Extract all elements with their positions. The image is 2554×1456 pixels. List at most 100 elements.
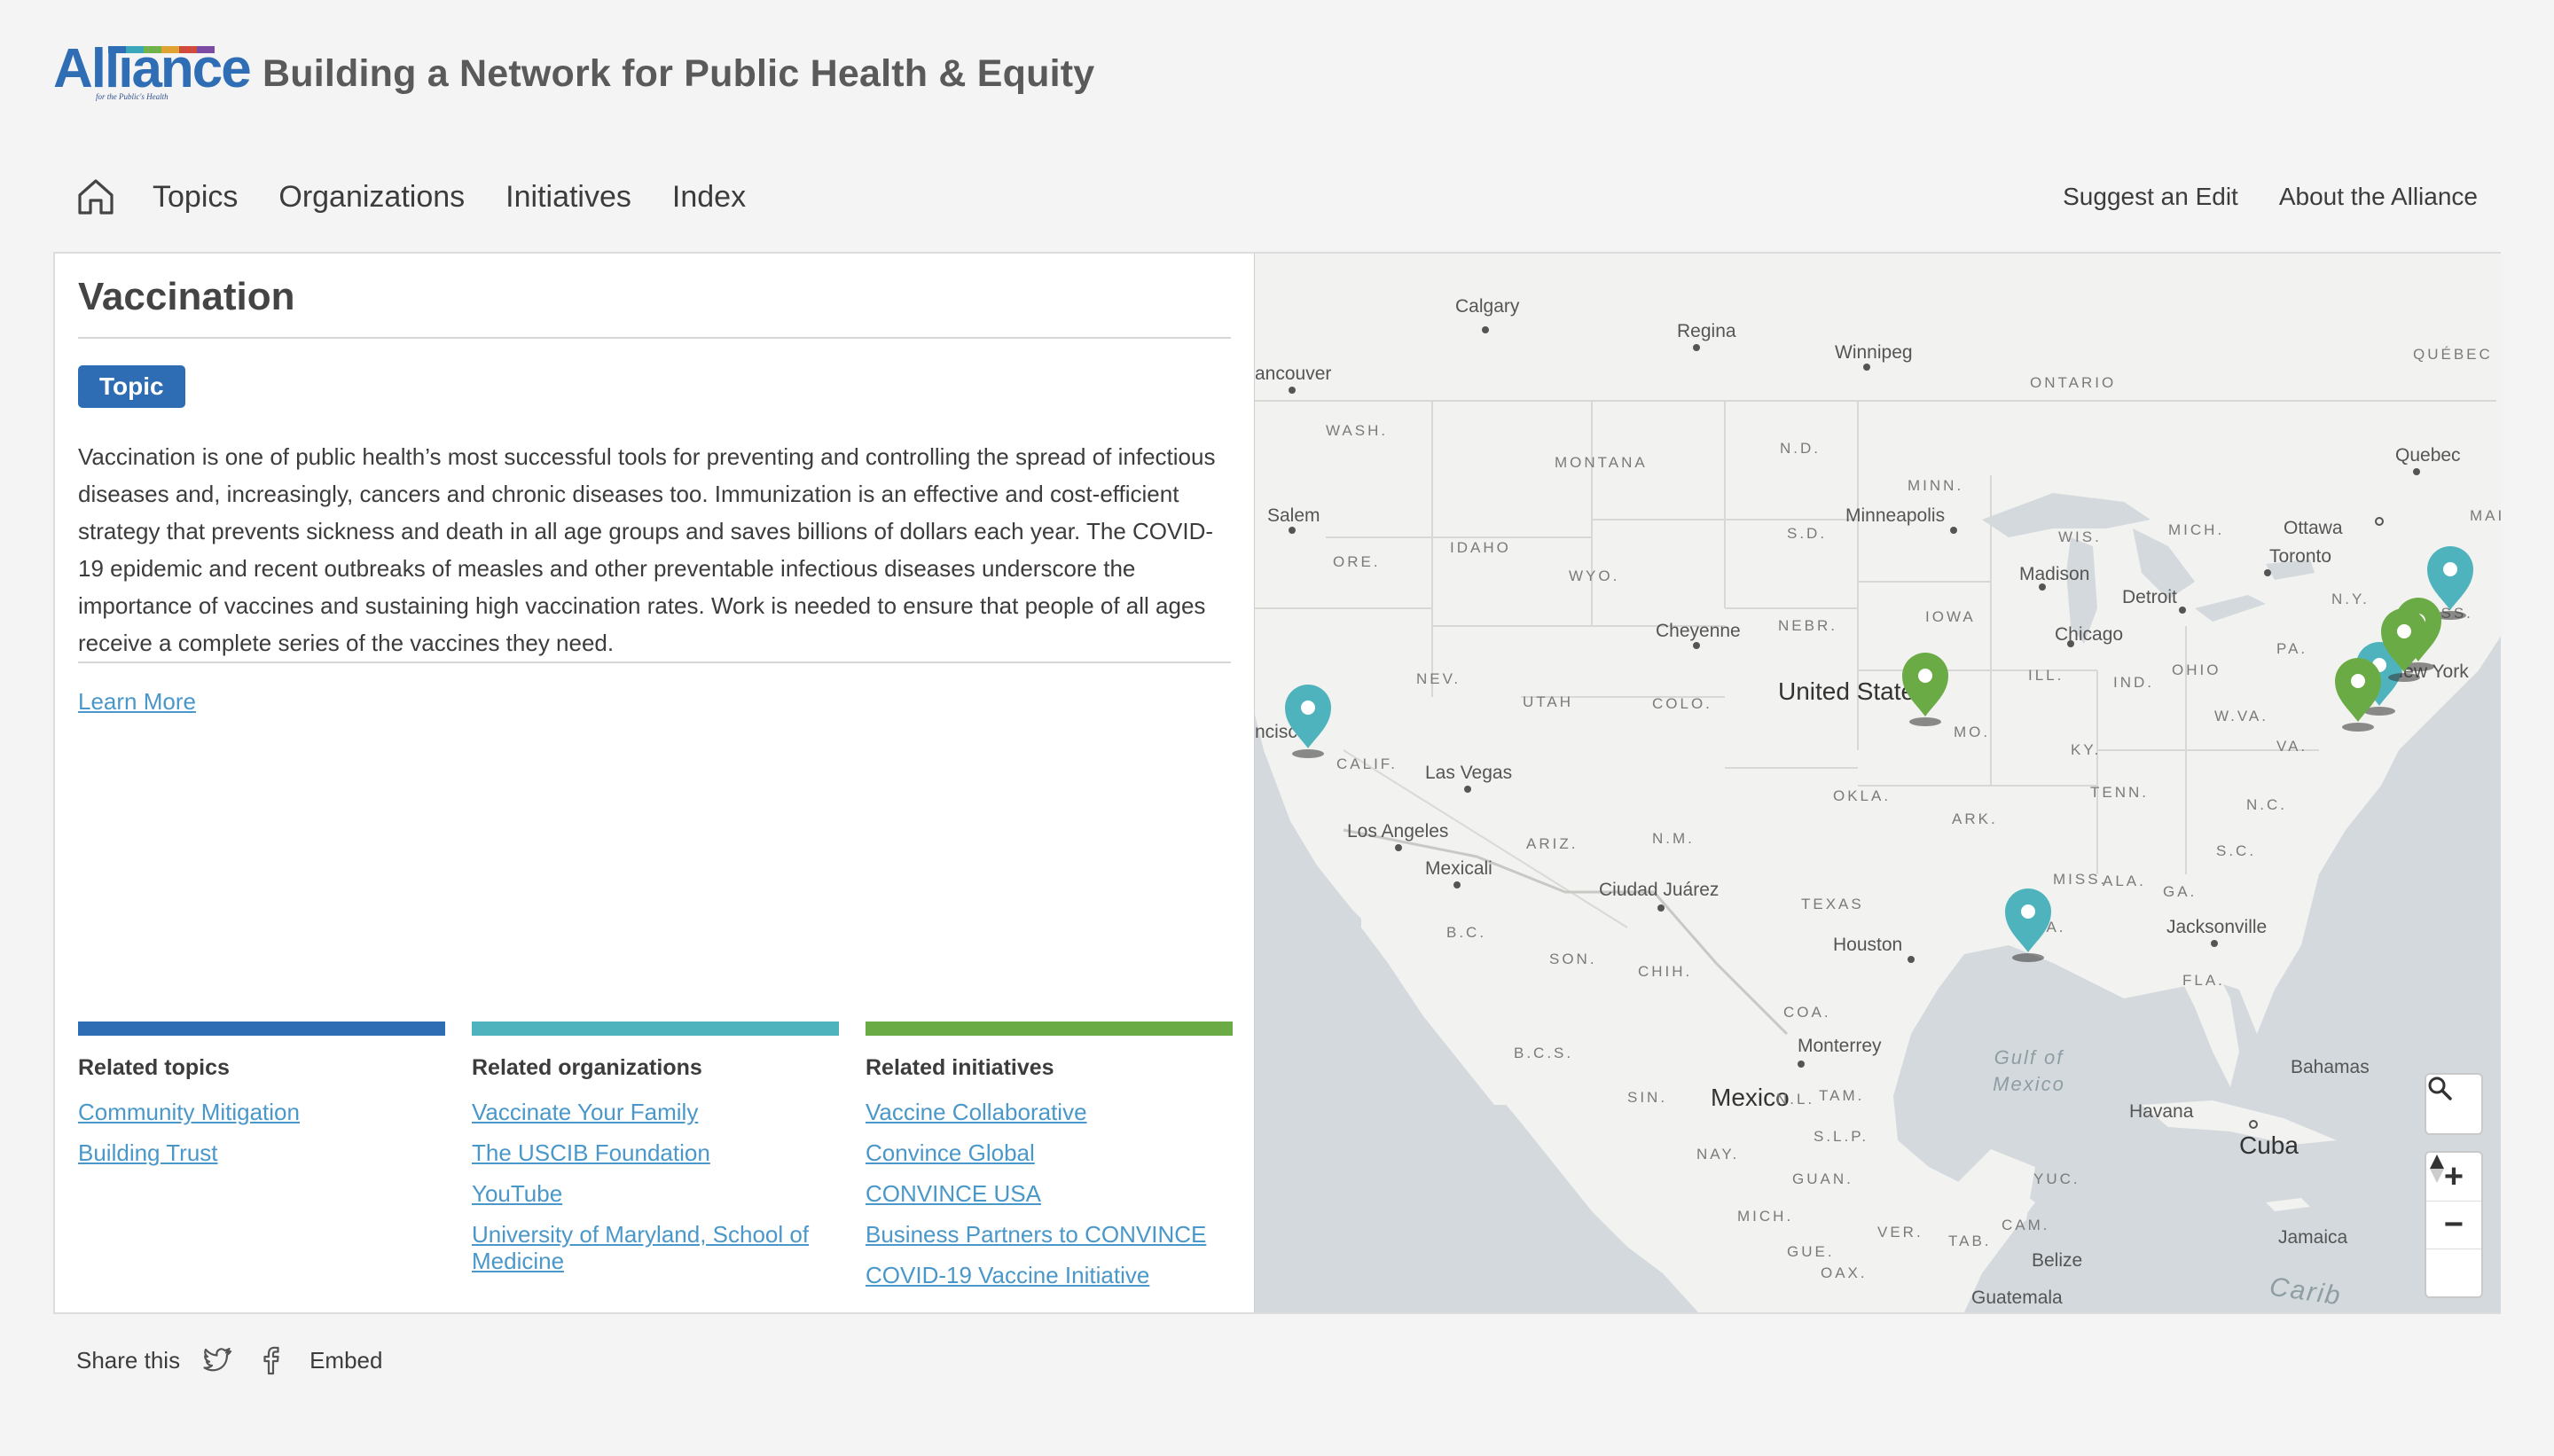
map-zoom-controls: + − [2425, 1151, 2483, 1298]
map-city-label: Jacksonville [2166, 917, 2268, 937]
nav-topics[interactable]: Topics [153, 180, 238, 215]
map-region-label: CHIH. [1638, 963, 1693, 980]
related-initiative-link[interactable]: Convince Global [866, 1139, 1035, 1166]
related-topic-link[interactable]: Building Trust [78, 1139, 218, 1166]
map-region-label: TEXAS [1801, 896, 1864, 912]
map-region-label: SON. [1549, 951, 1597, 967]
map-region-label: SIN. [1627, 1089, 1668, 1106]
page-title: Vaccination [78, 275, 295, 318]
map-city-label: ncisc [1255, 722, 1297, 742]
map-search-button[interactable] [2425, 1073, 2483, 1135]
map-region-label: OAX. [1821, 1264, 1868, 1281]
map-city-label: Las Vegas [1425, 763, 1513, 783]
map-region-label: N.D. [1780, 440, 1821, 457]
description-divider [78, 661, 1231, 663]
related-topics-bar [78, 1022, 445, 1036]
alliance-logo[interactable]: Alliance for the Public's Health [53, 42, 252, 105]
related-initiatives-list: Vaccine Collaborative Convince Global CO… [866, 1099, 1233, 1288]
nav-index[interactable]: Index [672, 180, 746, 215]
map-region-label: MASS. [2413, 605, 2473, 622]
related-organization-link[interactable]: YouTube [472, 1180, 562, 1207]
related-organizations-bar [472, 1022, 839, 1036]
related-organization-link[interactable]: Vaccinate Your Family [472, 1099, 698, 1125]
map-region-label: NEBR. [1778, 617, 1837, 634]
related-topic-link[interactable]: Community Mitigation [78, 1099, 300, 1125]
list-item: COVID-19 Vaccine Initiative [866, 1262, 1233, 1288]
list-item: The USCIB Foundation [472, 1139, 839, 1166]
share-bar: Share this Embed [76, 1342, 382, 1378]
related-initiative-link[interactable]: Vaccine Collaborative [866, 1099, 1087, 1125]
site-title[interactable]: Building a Network for Public Health & E… [262, 52, 1094, 96]
topic-badge: Topic [78, 365, 185, 408]
topic-details-panel: Vaccination Topic Vaccination is one of … [55, 254, 1254, 1312]
embed-link[interactable]: Embed [309, 1347, 382, 1374]
topic-card: Vaccination Topic Vaccination is one of … [53, 252, 2501, 1314]
map-region-label: WYO. [1569, 568, 1620, 584]
map-region-label: TAM. [1819, 1087, 1865, 1104]
map-region-label: ORE. [1333, 553, 1381, 570]
map-city-label: Houston [1833, 935, 1903, 955]
map-city-label: Salem [1267, 505, 1320, 526]
map-region-label: VA. [2276, 738, 2308, 755]
map-region-label: ONTARIO [2030, 374, 2117, 391]
map-region-label: N.M. [1652, 830, 1695, 847]
related-organizations-heading: Related organizations [472, 1055, 702, 1080]
related-topics-heading: Related topics [78, 1055, 230, 1080]
map-region-label: N.C. [2246, 796, 2287, 813]
related-organization-link[interactable]: University of Maryland, School of Medici… [472, 1221, 809, 1274]
reset-bearing-button[interactable] [2426, 1155, 2481, 1296]
home-icon[interactable] [74, 176, 117, 218]
logo-subtitle: for the Public's Health [96, 92, 168, 101]
map-region-label: WIS. [2058, 528, 2102, 545]
organization-map[interactable]: Calgary Regina Winnipeg ancouver Salem M… [1254, 254, 2501, 1312]
nav-initiatives[interactable]: Initiatives [505, 180, 631, 215]
map-region-label: B.C.S. [1514, 1045, 1574, 1061]
map-region-label: QUÉBEC [2413, 346, 2493, 363]
search-icon [2428, 1076, 2452, 1100]
map-city-label: Quebec [2395, 445, 2461, 466]
map-region-label: MICH. [1737, 1208, 1794, 1225]
map-region-label: COA. [1783, 1004, 1831, 1021]
map-region-label: NAY. [1696, 1146, 1740, 1162]
related-initiative-link[interactable]: Business Partners to CONVINCE [866, 1221, 1206, 1248]
zoom-out-button[interactable]: − [2426, 1201, 2481, 1249]
map-city-label: Mexicali [1425, 858, 1492, 879]
twitter-icon[interactable] [203, 1345, 233, 1375]
map-region-label: NEV. [1416, 670, 1461, 687]
map-city-label: Belize [2032, 1250, 2083, 1271]
nav-organizations[interactable]: Organizations [278, 180, 465, 215]
map-city-label: Calgary [1455, 296, 1520, 317]
related-initiative-link[interactable]: COVID-19 Vaccine Initiative [866, 1262, 1149, 1288]
map-region-label: IOWA [1925, 608, 1976, 625]
related-initiatives-section: Related initiatives Vaccine Collaborativ… [866, 1022, 1233, 1303]
map-city-label: Los Angeles [1347, 821, 1449, 842]
related-initiative-link[interactable]: CONVINCE USA [866, 1180, 1041, 1207]
map-region-label: GUE. [1787, 1243, 1835, 1260]
list-item: Building Trust [78, 1139, 445, 1166]
facebook-icon[interactable] [256, 1345, 286, 1375]
related-organizations-section: Related organizations Vaccinate Your Fam… [472, 1022, 839, 1288]
map-region-label: OKLA. [1833, 787, 1892, 804]
list-item: Vaccine Collaborative [866, 1099, 1233, 1125]
list-item: Vaccinate Your Family [472, 1099, 839, 1125]
map-region-label: PA. [2276, 640, 2308, 657]
map-region-label: CAM. [2002, 1217, 2050, 1233]
map-region-label: GA. [2163, 883, 2198, 900]
learn-more-link[interactable]: Learn More [78, 688, 196, 716]
suggest-edit-link[interactable]: Suggest an Edit [2063, 183, 2238, 211]
map-region-label: MICH. [2168, 521, 2225, 538]
map-region-label: TENN. [2090, 784, 2149, 801]
map-region-label: MONTANA [1555, 454, 1648, 471]
site-header: Alliance for the Public's Health Buildin… [53, 42, 1094, 105]
map-city-label: ancouver [1255, 364, 1332, 384]
list-item: Community Mitigation [78, 1099, 445, 1125]
map-city-label: New York [2390, 661, 2469, 682]
map-city-label: Bahamas [2291, 1057, 2370, 1077]
map-city-label: Ottawa [2284, 518, 2343, 538]
land-jamaica [2266, 1198, 2310, 1211]
map-region-label: ARK. [1952, 810, 1998, 827]
map-region-label: LA. [2035, 919, 2066, 935]
about-alliance-link[interactable]: About the Alliance [2279, 183, 2478, 211]
map-region-label: YUC. [2033, 1170, 2080, 1187]
related-organization-link[interactable]: The USCIB Foundation [472, 1139, 710, 1166]
